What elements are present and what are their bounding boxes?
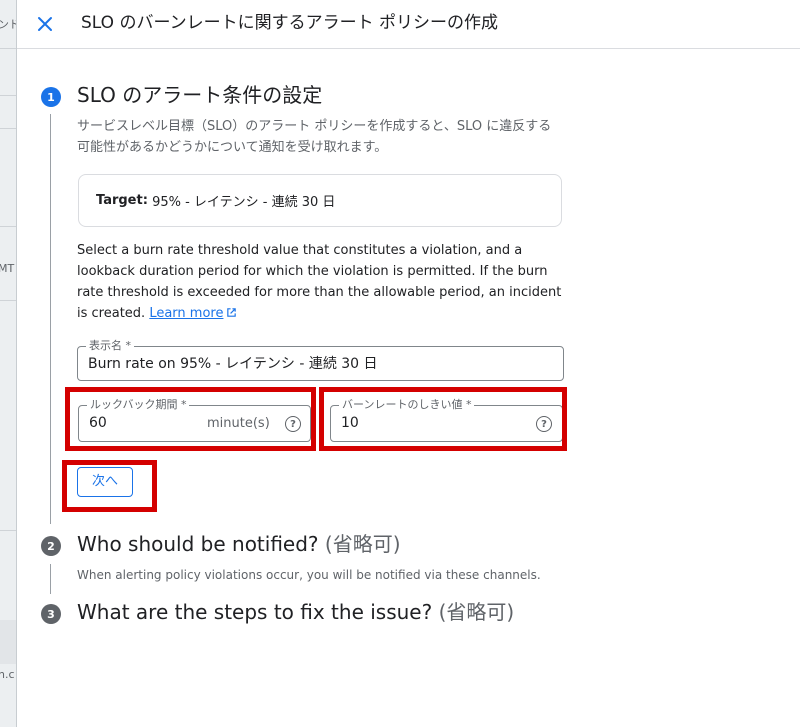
burn-rate-info: Select a burn rate threshold value that … bbox=[77, 240, 567, 324]
step-2-description: When alerting policy violations occur, y… bbox=[77, 568, 541, 582]
optional-tag: (省略可) bbox=[438, 600, 515, 624]
display-name-field[interactable]: 表示名 * bbox=[77, 339, 564, 381]
step-1-description: サービスレベル目標（SLO）のアラート ポリシーを作成すると、SLO に違反する… bbox=[77, 119, 552, 155]
step-connector-line bbox=[50, 564, 51, 594]
close-icon bbox=[38, 17, 52, 31]
background-text-fragment: ンド bbox=[0, 16, 16, 32]
panel-header: SLO のバーンレートに関するアラート ポリシーの作成 bbox=[17, 0, 800, 49]
display-name-input[interactable] bbox=[88, 355, 548, 371]
alert-policy-panel: SLO のバーンレートに関するアラート ポリシーの作成 1 SLO のアラート条… bbox=[17, 0, 800, 727]
display-name-label: 表示名 * bbox=[86, 339, 134, 353]
lookback-unit: minute(s) bbox=[207, 416, 270, 431]
step-2-indicator: 2 bbox=[41, 536, 61, 556]
optional-tag: (省略可) bbox=[324, 532, 401, 556]
external-link-icon bbox=[227, 308, 237, 317]
step-3-title[interactable]: What are the steps to fix the issue? (省略… bbox=[77, 598, 514, 626]
lookback-period-field[interactable]: ルックバック期間 * minute(s) ? bbox=[78, 398, 311, 442]
background-text-fragment: n.c bbox=[0, 668, 15, 681]
step-1-indicator: 1 bbox=[41, 87, 61, 107]
background-text-fragment: MT bbox=[0, 262, 15, 275]
background-page-strip: ンド MT n.c bbox=[0, 0, 17, 727]
burn-rate-threshold-field[interactable]: バーンレートのしきい値 * ? bbox=[330, 398, 563, 442]
help-icon[interactable]: ? bbox=[285, 416, 301, 432]
burn-rate-threshold-label: バーンレートのしきい値 * bbox=[339, 398, 475, 412]
step-connector-line bbox=[50, 114, 51, 524]
lookback-period-label: ルックバック期間 * bbox=[87, 398, 190, 412]
step-2-title[interactable]: Who should be notified? (省略可) bbox=[77, 530, 401, 558]
step-3-indicator: 3 bbox=[41, 604, 61, 624]
help-icon[interactable]: ? bbox=[536, 416, 552, 432]
target-label: Target: bbox=[96, 193, 148, 208]
slo-target-card: Target: 95% - レイテンシ - 連続 30 日 bbox=[78, 174, 562, 227]
page-title: SLO のバーンレートに関するアラート ポリシーの作成 bbox=[81, 13, 498, 33]
close-button[interactable] bbox=[33, 12, 57, 36]
target-value: 95% - レイテンシ - 連続 30 日 bbox=[152, 195, 336, 210]
next-button[interactable]: 次へ bbox=[77, 467, 133, 497]
learn-more-link[interactable]: Learn more bbox=[149, 306, 223, 321]
step-1-title[interactable]: SLO のアラート条件の設定 bbox=[77, 81, 322, 109]
burn-rate-threshold-input[interactable] bbox=[341, 415, 521, 431]
lookback-period-input[interactable] bbox=[89, 415, 199, 431]
